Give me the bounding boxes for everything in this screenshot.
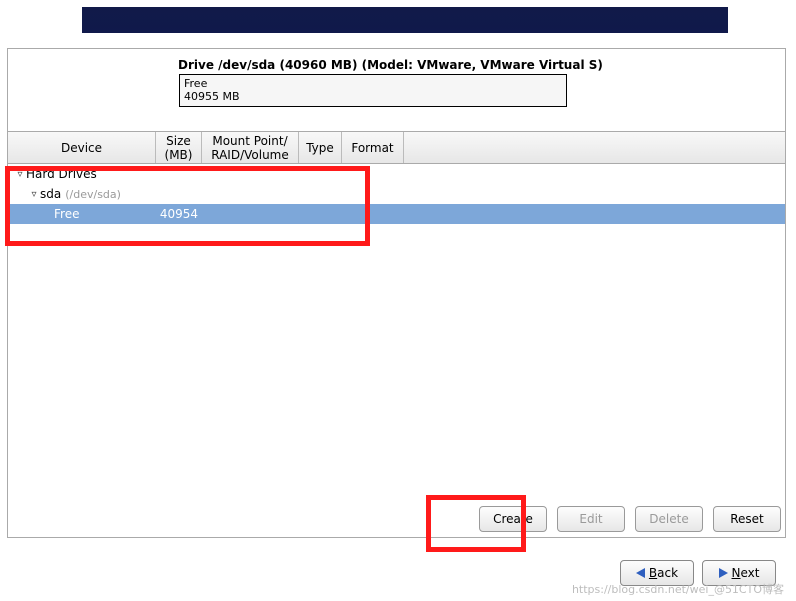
- back-label: Back: [649, 566, 678, 580]
- sda-label: sda: [40, 187, 61, 201]
- col-size[interactable]: Size (MB): [156, 132, 202, 163]
- action-button-row: Create Edit Delete Reset: [8, 506, 785, 536]
- nav-button-row: Back Next: [0, 560, 786, 590]
- drive-free-size: 40955 MB: [184, 90, 562, 103]
- col-type[interactable]: Type: [299, 132, 342, 163]
- tree-row-free[interactable]: Free 40954: [8, 204, 785, 224]
- partition-tree[interactable]: ▿ Hard Drives ▿ sda (/dev/sda) Free 4095…: [8, 164, 785, 490]
- sda-path: (/dev/sda): [65, 188, 121, 201]
- title-bar: [82, 7, 728, 33]
- hard-drives-label: Hard Drives: [26, 167, 97, 181]
- drive-free-label: Free: [184, 77, 562, 90]
- expand-icon[interactable]: ▿: [14, 169, 26, 180]
- col-mount[interactable]: Mount Point/ RAID/Volume: [202, 132, 299, 163]
- next-button[interactable]: Next: [702, 560, 776, 586]
- free-size: 40954: [156, 207, 202, 221]
- tree-row-sda[interactable]: ▿ sda (/dev/sda): [8, 184, 785, 204]
- drive-title: Drive /dev/sda (40960 MB) (Model: VMware…: [178, 58, 638, 72]
- arrow-right-icon: [719, 568, 728, 578]
- column-header-row: Device Size (MB) Mount Point/ RAID/Volum…: [8, 131, 785, 164]
- drive-summary-box: Free 40955 MB: [179, 74, 567, 107]
- back-button[interactable]: Back: [620, 560, 694, 586]
- arrow-left-icon: [636, 568, 645, 578]
- col-device[interactable]: Device: [8, 132, 156, 163]
- col-format[interactable]: Format: [342, 132, 404, 163]
- delete-button: Delete: [635, 506, 703, 532]
- create-button[interactable]: Create: [479, 506, 547, 532]
- next-label: Next: [732, 566, 760, 580]
- edit-button: Edit: [557, 506, 625, 532]
- tree-row-hard-drives[interactable]: ▿ Hard Drives: [8, 164, 785, 184]
- free-label: Free: [8, 207, 156, 221]
- reset-button[interactable]: Reset: [713, 506, 781, 532]
- expand-icon[interactable]: ▿: [28, 189, 40, 200]
- col-spacer: [404, 132, 785, 163]
